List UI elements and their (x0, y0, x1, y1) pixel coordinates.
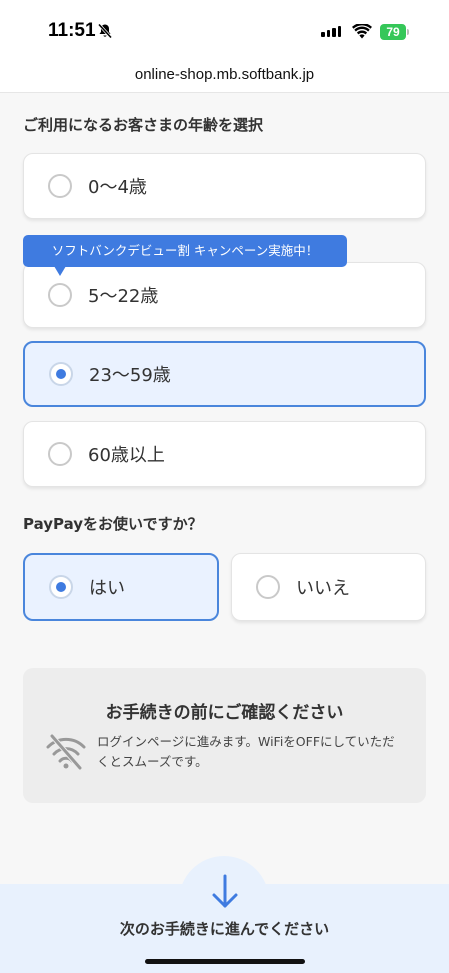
paypay-option-no[interactable]: いいえ (231, 553, 426, 621)
radio-button[interactable] (256, 575, 280, 599)
age-option-60-plus[interactable]: 60歳以上 (23, 421, 426, 487)
status-bar: 11:51 79 (0, 0, 449, 62)
radio-button-selected[interactable] (49, 575, 73, 599)
status-time: 11:51 (48, 20, 96, 41)
battery-cap (407, 29, 409, 35)
radio-button[interactable] (48, 283, 72, 307)
radio-button[interactable] (48, 442, 72, 466)
wifi-off-icon (44, 734, 88, 774)
notice-body: ログインページに進みます。WiFiをOFFにしていただくとスムーズです。 (97, 734, 395, 769)
wifi-icon (352, 22, 372, 43)
next-step-label[interactable]: 次のお手続きに進んでください (0, 918, 449, 939)
bell-muted-icon (97, 23, 113, 43)
arrow-down-icon (210, 874, 240, 914)
paypay-option-label: はい (89, 578, 125, 599)
age-option-23-59[interactable]: 23〜59歳 (23, 341, 426, 407)
notice-title: お手続きの前にご確認ください (105, 703, 344, 723)
url-bar[interactable]: online-shop.mb.softbank.jp (0, 62, 449, 93)
battery-indicator: 79 (380, 24, 406, 40)
home-indicator (145, 959, 305, 964)
radio-button[interactable] (48, 174, 72, 198)
age-option-label: 23〜59歳 (89, 365, 171, 386)
age-section-title: ご利用になるお客さまの年齢を選択 (23, 116, 264, 134)
paypay-option-label: いいえ (296, 578, 350, 599)
paypay-option-yes[interactable]: はい (23, 553, 219, 621)
promo-tooltip: ソフトバンクデビュー割 キャンペーン実施中！ (23, 235, 347, 267)
age-option-label: 5〜22歳 (88, 286, 159, 307)
age-option-label: 60歳以上 (88, 445, 165, 466)
promo-tooltip-tail (54, 266, 66, 276)
paypay-section-title: PayPayをお使いですか？ (23, 515, 203, 533)
age-option-0-4[interactable]: 0〜4歳 (23, 153, 426, 219)
age-option-5-22[interactable]: 5〜22歳 (23, 262, 426, 328)
notice-box: お手続きの前にご確認ください ログインページに進みます。WiFiをOFFにしてい… (23, 668, 426, 803)
age-option-label: 0〜4歳 (88, 177, 147, 198)
radio-button-selected[interactable] (49, 362, 73, 386)
cellular-signal-icon (321, 26, 341, 37)
